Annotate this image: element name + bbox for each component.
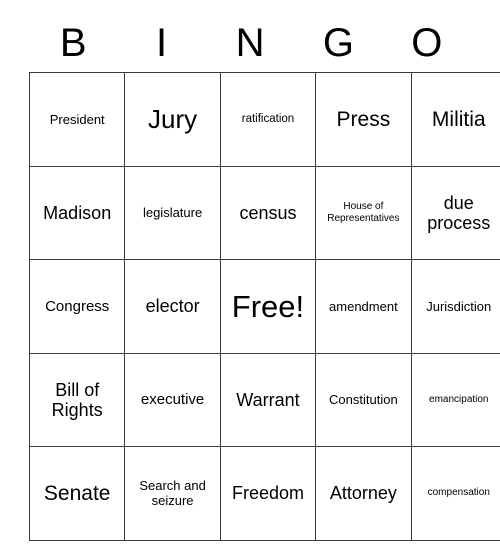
bingo-cell[interactable]: Jury: [124, 72, 221, 167]
bingo-header-letter-b: B: [59, 20, 87, 65]
bingo-cell[interactable]: census: [219, 165, 317, 260]
bingo-cell[interactable]: executive: [124, 352, 221, 447]
bingo-cell-label: Free!: [231, 288, 305, 324]
bingo-cell-label: Congress: [45, 297, 110, 315]
bingo-cell-label: Militia: [431, 107, 486, 131]
bingo-cell[interactable]: Warrant: [219, 352, 317, 447]
bingo-cell[interactable]: amendment: [315, 259, 412, 354]
bingo-cell-free[interactable]: Free!: [219, 259, 317, 354]
bingo-cell-label: Senate: [43, 481, 111, 505]
bingo-row: Senate Search and seizure Freedom Attorn…: [28, 446, 500, 541]
bingo-row: President Jury ratification Press Militi…: [28, 72, 500, 167]
bingo-cell[interactable]: elector: [124, 259, 221, 354]
bingo-row: Bill of Rights executive Warrant Constit…: [28, 352, 500, 447]
bingo-cell[interactable]: Congress: [28, 259, 126, 354]
bingo-cell-label: census: [239, 202, 297, 223]
bingo-cell[interactable]: legislature: [124, 165, 221, 260]
bingo-cell[interactable]: House of Representatives: [315, 165, 412, 260]
bingo-cell[interactable]: due process: [410, 165, 500, 260]
bingo-row: Madison legislature census House of Repr…: [28, 165, 500, 260]
bingo-cell-label: elector: [145, 296, 200, 317]
bingo-cell[interactable]: Bill of Rights: [28, 352, 126, 447]
bingo-header-letter-i: I: [156, 20, 168, 65]
bingo-cell[interactable]: compensation: [410, 446, 500, 541]
bingo-header-letter-g: G: [322, 20, 354, 65]
bingo-cell-label: Jury: [148, 104, 198, 135]
bingo-cell[interactable]: Search and seizure: [124, 446, 221, 541]
bingo-cell-label: ratification: [241, 112, 295, 125]
bingo-card: B I N G O President Jury ratification Pr…: [28, 13, 500, 541]
bingo-cell-label: Press: [336, 107, 391, 131]
bingo-header-letter-n: N: [235, 20, 265, 65]
bingo-cell-label: Search and seizure: [139, 478, 206, 509]
bingo-cell-label: Constitution: [329, 392, 398, 408]
bingo-grid: President Jury ratification Press Militi…: [28, 72, 500, 541]
bingo-cell-label: Attorney: [329, 483, 397, 504]
bingo-cell[interactable]: Senate: [28, 446, 126, 541]
bingo-cell-label: legislature: [142, 205, 203, 221]
bingo-header: B I N G O: [29, 13, 471, 72]
bingo-cell[interactable]: ratification: [219, 72, 317, 167]
bingo-cell[interactable]: emancipation: [410, 352, 500, 447]
bingo-cell-label: House of Representatives: [327, 200, 400, 224]
bingo-cell[interactable]: President: [28, 72, 126, 167]
bingo-cell-label: amendment: [329, 298, 398, 314]
bingo-cell[interactable]: Madison: [28, 165, 126, 260]
bingo-cell-label: Jurisdiction: [426, 298, 492, 314]
bingo-cell-label: Madison: [43, 202, 112, 223]
bingo-cell-label: due process: [427, 192, 491, 233]
bingo-cell[interactable]: Freedom: [219, 446, 317, 541]
bingo-cell[interactable]: Militia: [410, 72, 500, 167]
bingo-cell-label: compensation: [427, 487, 490, 499]
bingo-cell[interactable]: Jurisdiction: [410, 259, 500, 354]
bingo-cell-label: Warrant: [236, 389, 300, 410]
bingo-cell-label: Bill of Rights: [51, 379, 103, 420]
bingo-cell-label: executive: [140, 391, 205, 409]
bingo-row: Congress elector Free! amendment Jurisdi…: [28, 259, 500, 354]
bingo-cell[interactable]: Attorney: [315, 446, 412, 541]
bingo-cell-label: President: [49, 111, 105, 127]
bingo-cell[interactable]: Press: [315, 72, 412, 167]
bingo-cell-label: emancipation: [429, 393, 489, 405]
bingo-cell-label: Freedom: [231, 483, 304, 504]
bingo-header-letter-o: O: [411, 20, 443, 65]
bingo-cell[interactable]: Constitution: [315, 352, 412, 447]
